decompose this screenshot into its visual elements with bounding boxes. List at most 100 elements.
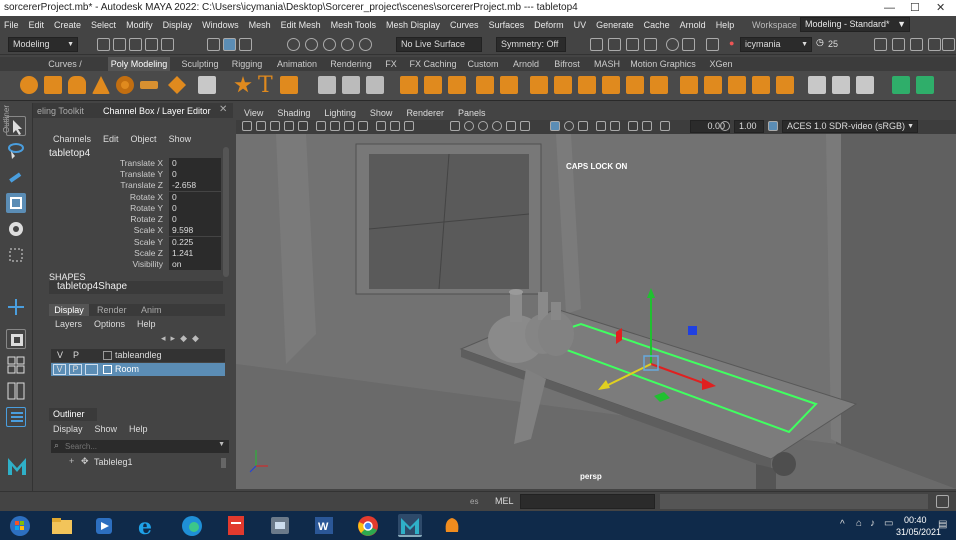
bevel-icon[interactable]: [578, 76, 596, 94]
boolean-intersection-icon[interactable]: [448, 76, 466, 94]
snap-grid-icon[interactable]: [287, 38, 300, 51]
combine-icon[interactable]: [318, 76, 336, 94]
select-camera-icon[interactable]: [242, 121, 252, 131]
shelf-tab-rigging[interactable]: Rigging: [228, 57, 266, 71]
mirror-icon[interactable]: [476, 76, 494, 94]
slide-edge-icon[interactable]: [776, 76, 794, 94]
perspective-viewport[interactable]: CAPS LOCK ON persp: [236, 134, 956, 489]
viewport-menu-lighting[interactable]: Lighting: [324, 108, 356, 118]
poly-disc-icon[interactable]: [168, 76, 186, 94]
xray-icon[interactable]: [564, 121, 574, 131]
menu-edit[interactable]: Edit: [29, 20, 45, 30]
notifications-icon[interactable]: ▤: [938, 519, 947, 530]
render-settings-icon[interactable]: [644, 38, 657, 51]
workspace-dropdown[interactable]: Modeling - Standard* ▼: [800, 17, 910, 32]
shelf-tab-mash[interactable]: MASH: [592, 57, 622, 71]
image-plane-icon[interactable]: [284, 121, 294, 131]
menu-arnold[interactable]: Arnold: [680, 20, 706, 30]
chevron-down-icon[interactable]: ▼: [218, 441, 225, 448]
menu-create[interactable]: Create: [54, 20, 81, 30]
fill-hole-icon[interactable]: [626, 76, 644, 94]
menu-layers[interactable]: Layers: [55, 319, 82, 329]
snap-curve-icon[interactable]: [305, 38, 318, 51]
gamma-icon[interactable]: [720, 121, 730, 131]
channel-row[interactable]: Translate Z -2.658: [45, 180, 221, 191]
minimize-button[interactable]: —: [884, 0, 895, 16]
command-input[interactable]: [520, 494, 655, 509]
textured-icon[interactable]: [492, 121, 502, 131]
xray-joints-icon[interactable]: [578, 121, 588, 131]
poly-sphere-icon[interactable]: [20, 76, 38, 94]
two-d-pan-zoom-icon[interactable]: [298, 121, 308, 131]
channel-row[interactable]: Translate X0: [45, 158, 221, 169]
outliner-menu-show[interactable]: Show: [95, 424, 118, 434]
svg-icon[interactable]: [280, 76, 298, 94]
sculpt-icon[interactable]: [856, 76, 874, 94]
mode-dropdown[interactable]: Modeling ▼: [8, 37, 78, 52]
menu-deform[interactable]: Deform: [534, 20, 564, 30]
battery-icon[interactable]: ▭: [884, 518, 893, 529]
channel-row[interactable]: Translate Y0: [45, 169, 221, 180]
depth-of-field-icon[interactable]: [642, 121, 652, 131]
uv-editor-icon[interactable]: [892, 76, 910, 94]
move-layer-down-icon[interactable]: ▸: [171, 333, 176, 344]
file-explorer-icon[interactable]: [50, 514, 74, 537]
menu-generate[interactable]: Generate: [596, 20, 634, 30]
pause-icon[interactable]: [682, 38, 695, 51]
snap-live-icon[interactable]: [359, 38, 372, 51]
menu-layer-help[interactable]: Help: [137, 319, 156, 329]
outliner-menu-help[interactable]: Help: [129, 424, 148, 434]
chrome-icon[interactable]: [356, 514, 380, 537]
outliner-menu-display[interactable]: Display: [53, 424, 83, 434]
shelf-tab-bifrost[interactable]: Bifrost: [550, 57, 584, 71]
four-view-icon[interactable]: [6, 355, 26, 375]
select-by-hierarchy-icon[interactable]: [207, 38, 220, 51]
layer-playback-toggle[interactable]: P: [69, 364, 82, 375]
save-scene-icon[interactable]: [129, 38, 142, 51]
select-by-object-icon[interactable]: [223, 38, 236, 51]
scene-render[interactable]: [236, 134, 956, 489]
internet-explorer-icon[interactable]: e: [138, 514, 162, 540]
menu-surfaces[interactable]: Surfaces: [489, 20, 525, 30]
snap-point-icon[interactable]: [323, 38, 336, 51]
settings-icon[interactable]: [874, 38, 887, 51]
scale-tool-icon[interactable]: [6, 245, 26, 265]
outliner-search[interactable]: ⌕ ▼: [51, 440, 229, 453]
grid-icon[interactable]: [316, 121, 326, 131]
viewport-menu-view[interactable]: View: [244, 108, 263, 118]
layer-playback-toggle[interactable]: P: [73, 350, 79, 360]
shelf-tab-xgen[interactable]: XGen: [706, 57, 736, 71]
menu-show[interactable]: Show: [169, 134, 192, 144]
layer-tab-display[interactable]: Display: [49, 304, 89, 316]
menu-options[interactable]: Options: [94, 319, 125, 329]
clock-time[interactable]: 00:40: [904, 515, 927, 525]
separate-icon[interactable]: [342, 76, 360, 94]
fl-studio-icon[interactable]: [440, 514, 464, 537]
video-editor-icon[interactable]: [268, 514, 292, 537]
channel-row[interactable]: Scale Z 1.241: [45, 248, 221, 259]
word-icon[interactable]: W: [312, 514, 336, 537]
two-view-icon[interactable]: [6, 381, 26, 401]
volume-icon[interactable]: ♪: [870, 518, 875, 529]
ipr-render-icon[interactable]: [626, 38, 639, 51]
outliner-layout-icon[interactable]: [6, 407, 26, 427]
clock-date[interactable]: 31/05/2021: [896, 527, 941, 537]
start-button[interactable]: [8, 514, 34, 537]
film-gate-icon[interactable]: [330, 121, 340, 131]
bevel-chamfer-icon[interactable]: [602, 76, 620, 94]
gate-mask-icon[interactable]: [358, 121, 368, 131]
channel-row[interactable]: Scale Y 0.225: [45, 237, 221, 248]
undo-icon[interactable]: [145, 38, 158, 51]
modeling-toolkit-icon[interactable]: [892, 38, 905, 51]
shelf-tab-fx[interactable]: FX: [382, 57, 400, 71]
append-polygon-icon[interactable]: [650, 76, 668, 94]
outliner-item[interactable]: + ✥ Tableleg1: [63, 456, 229, 468]
paint-icon[interactable]: [832, 76, 850, 94]
menu-curves[interactable]: Curves: [450, 20, 479, 30]
menu-display[interactable]: Display: [163, 20, 193, 30]
tool-settings-icon[interactable]: [928, 38, 941, 51]
shelf-tab-arnold[interactable]: Arnold: [510, 57, 542, 71]
move-layer-up-icon[interactable]: ◂: [161, 333, 166, 344]
outliner-scrollbar[interactable]: [221, 458, 226, 468]
boolean-union-icon[interactable]: [400, 76, 418, 94]
